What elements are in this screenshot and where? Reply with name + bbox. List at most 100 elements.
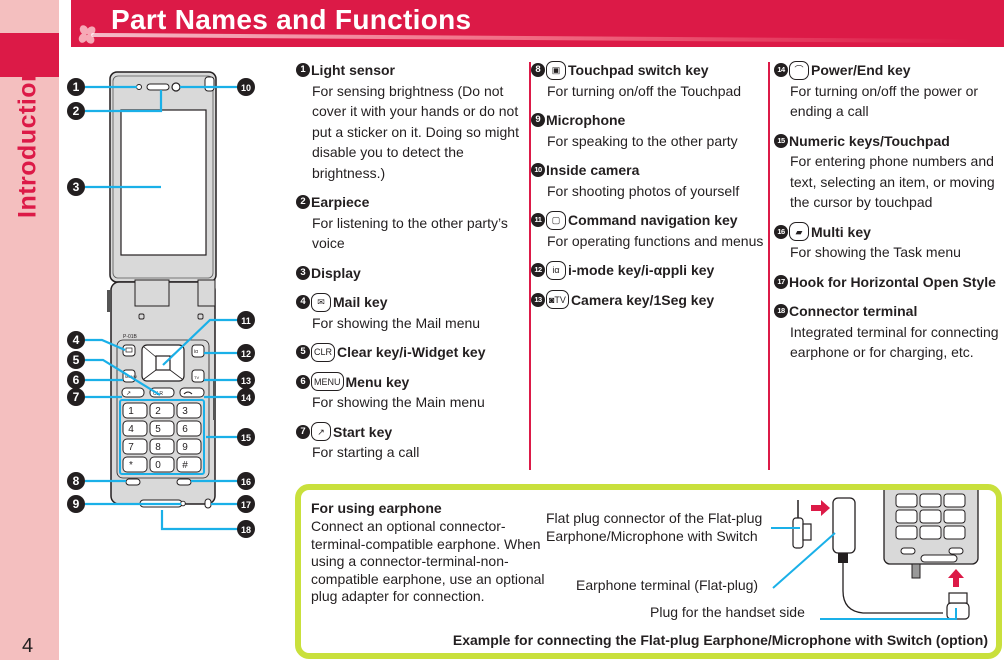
part-number-badge: 11	[531, 213, 545, 228]
svg-text:2: 2	[73, 104, 80, 118]
part-heading: 10 Inside camera	[531, 160, 769, 181]
part-item: 17 Hook for Horizontal Open Style	[774, 272, 1004, 293]
svg-text:3: 3	[73, 180, 80, 194]
svg-text:8: 8	[155, 442, 161, 453]
svg-text:iα: iα	[194, 349, 198, 355]
part-item: 1 Light sensor For sensing brightness (Do …	[296, 60, 528, 183]
svg-text:16: 16	[241, 477, 251, 487]
svg-text:14: 14	[241, 393, 251, 403]
part-item: 13 ◙TV Camera key/1Seg key	[531, 290, 769, 311]
multi-key-icon: ▰	[789, 222, 809, 242]
part-name: Display	[311, 264, 361, 281]
part-heading: 12 iα i-mode key/i-αppli key	[531, 260, 769, 281]
part-name: Light sensor	[311, 62, 396, 78]
part-heading: 18 Connector terminal	[774, 301, 1004, 322]
part-number-badge: 1	[296, 63, 310, 78]
part-heading: 2 Earpiece	[296, 192, 528, 213]
part-item: 8 ▣ Touchpad switch key For turning on/off …	[531, 60, 769, 101]
phone-lower-body: P-01B MENU iα TV ↗ CLR 1 2 34 5 67 8 9* 0 #	[107, 279, 216, 509]
svg-text:TV: TV	[194, 375, 199, 380]
part-number-badge: 4	[296, 295, 310, 310]
callout-badge: 4	[67, 331, 85, 349]
callout-badge: 17	[237, 495, 255, 513]
part-name: Hook for Horizontal Open Style	[789, 273, 996, 290]
flat-plug-connector	[792, 517, 804, 549]
svg-text:6: 6	[182, 424, 188, 435]
part-number-badge: 9	[531, 113, 545, 128]
callout-badge: 3	[67, 178, 85, 196]
part-number-badge: 17	[774, 274, 788, 289]
svg-text:17: 17	[241, 500, 251, 510]
numeric-key	[176, 438, 202, 455]
part-description: For sensing brightness (Do not cover it …	[312, 82, 519, 181]
part-description: For showing the Task menu	[790, 244, 961, 260]
part-number-badge: 5	[296, 345, 310, 360]
side-tab: Introduction 4	[0, 0, 59, 660]
phone-diagram: P-01B MENU iα TV ↗ CLR 1 2 34 5 67 8 9* 0 #	[67, 71, 255, 538]
part-description: For showing the Main menu	[312, 394, 485, 410]
part-description: For starting a call	[312, 444, 420, 460]
svg-text:10: 10	[241, 83, 251, 93]
svg-text:18: 18	[241, 525, 251, 535]
callout-badge: 8	[67, 472, 85, 490]
clear-key-icon: CLR	[311, 342, 336, 362]
earpiece	[146, 83, 170, 91]
part-number-badge: 3	[296, 265, 310, 280]
part-item: 6 MENU Menu key For showing the Main menu	[296, 372, 528, 413]
part-number-badge: 14	[774, 63, 788, 78]
part-number-badge: 10	[531, 163, 545, 178]
numeric-key	[943, 493, 966, 508]
earphone-info-box: For using earphone Connect an optional c…	[295, 484, 1002, 659]
part-heading: 17 Hook for Horizontal Open Style	[774, 272, 1004, 293]
callout-badge: 1	[67, 78, 85, 96]
part-heading: 8 ▣ Touchpad switch key	[531, 60, 769, 81]
inside-camera	[171, 82, 181, 92]
part-item: 5 CLR Clear key/i-Widget key	[296, 342, 528, 363]
part-item: 18 Connector terminal Integrated terminal …	[774, 301, 1004, 363]
part-description: For operating functions and menus	[547, 232, 764, 249]
part-number-badge: 15	[774, 133, 788, 148]
handset-plug	[946, 602, 970, 620]
part-item: 16 ▰ Multi key For showing the Task menu	[774, 222, 1004, 263]
callout-badge: 11	[237, 311, 255, 329]
part-name: Connector terminal	[789, 303, 918, 319]
part-heading: 9 Microphone	[531, 110, 769, 131]
part-name: Command navigation key	[568, 212, 738, 228]
part-heading: 1 Light sensor	[296, 60, 528, 81]
svg-text:4: 4	[128, 424, 134, 435]
numeric-key	[895, 525, 918, 540]
numeric-key	[919, 525, 942, 540]
svg-text:1: 1	[128, 406, 134, 417]
part-item: 12 iα i-mode key/i-αppli key	[531, 260, 769, 281]
numeric-key	[122, 402, 148, 419]
part-number-badge: 8	[531, 63, 545, 78]
svg-text:#: #	[182, 460, 188, 471]
numeric-key	[895, 509, 918, 524]
svg-text:*: *	[129, 460, 133, 471]
part-name: Camera key/1Seg key	[570, 291, 715, 308]
part-description: For shooting photos of yourself	[547, 182, 740, 199]
label-handset-plug: Plug for the handset side	[650, 604, 805, 620]
page-header: Part Names and Functions	[71, 0, 1004, 47]
numeric-key	[149, 420, 175, 437]
part-heading: 13 ◙TV Camera key/1Seg key	[531, 290, 769, 311]
numeric-key	[122, 456, 148, 473]
part-item: 2 Earpiece For listening to the other part…	[296, 192, 528, 254]
part-name: Mail key	[333, 294, 388, 310]
part-name: Clear key/i-Widget key	[337, 344, 486, 360]
parts-column-3: 14 ⌒ Power/End key For turning on/off the p…	[774, 60, 1004, 372]
part-heading: 15 Numeric keys/Touchpad	[774, 131, 1004, 152]
page-number: 4	[22, 635, 34, 657]
plug-adapter	[832, 497, 856, 554]
callout-badge: 6	[67, 371, 85, 389]
part-name: Numeric keys/Touchpad	[789, 132, 950, 149]
page-title: Part Names and Functions	[111, 4, 472, 35]
earphone-box-body: Connect an optional connector-terminal-c…	[311, 518, 545, 604]
numeric-key	[122, 420, 148, 437]
numeric-key	[122, 438, 148, 455]
callout-badge: 18	[237, 520, 255, 538]
numeric-key	[149, 438, 175, 455]
svg-text:0: 0	[155, 460, 161, 471]
camera-key-icon: ◙TV	[546, 290, 569, 310]
svg-text:9: 9	[182, 442, 188, 453]
